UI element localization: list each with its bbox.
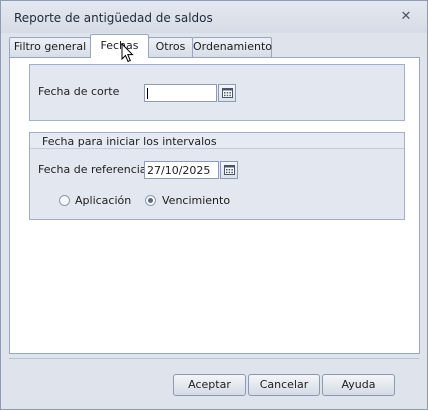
close-icon[interactable]: ✕ [399,10,413,24]
dialog-window: Reporte de antigüedad de saldos ✕ Filtro… [0,0,428,410]
calendar-glyph [222,88,233,98]
title-bar: Reporte de antigüedad de saldos ✕ [1,1,427,33]
mouse-pointer-icon [121,43,134,63]
fecha-corte-input[interactable] [144,84,217,102]
tab-panel-fechas: Fecha de corte Fecha para iniciar los in… [9,57,420,354]
intervalos-group: Fecha para iniciar los intervalos Fecha … [29,132,405,220]
vencimiento-label[interactable]: Vencimiento [162,194,230,207]
vencimiento-radio[interactable] [145,195,156,206]
window-title: Reporte de antigüedad de saldos [14,11,213,25]
fecha-referencia-label: Fecha de referencia [38,163,147,176]
fecha-referencia-input[interactable]: 27/10/2025 [144,161,219,179]
tab-otros[interactable]: Otros [148,37,193,57]
intervalos-group-header: Fecha para iniciar los intervalos [30,133,404,149]
aplicacion-radio[interactable] [59,195,70,206]
tab-fechas[interactable]: Fechas [90,34,149,58]
ayuda-button[interactable]: Ayuda [322,374,395,396]
tab-filtro-general[interactable]: Filtro general [9,37,91,57]
fecha-corte-group: Fecha de corte [29,64,405,121]
separator [9,358,419,359]
aplicacion-label[interactable]: Aplicación [75,194,131,207]
tab-ordenamiento[interactable]: Ordenamiento [192,37,272,57]
calendar-icon[interactable] [218,84,236,102]
aceptar-button[interactable]: Aceptar [173,374,246,396]
fecha-referencia-value: 27/10/2025 [147,164,211,177]
radio-selected-dot [148,198,153,203]
intervalos-group-title: Fecha para iniciar los intervalos [42,135,217,148]
text-caret [147,88,148,99]
calendar-glyph [224,165,235,175]
cancelar-button[interactable]: Cancelar [248,374,320,396]
calendar-icon[interactable] [220,161,238,179]
tab-strip: Filtro general Fechas Otros Ordenamiento [9,34,419,58]
fecha-corte-label: Fecha de corte [38,85,120,98]
